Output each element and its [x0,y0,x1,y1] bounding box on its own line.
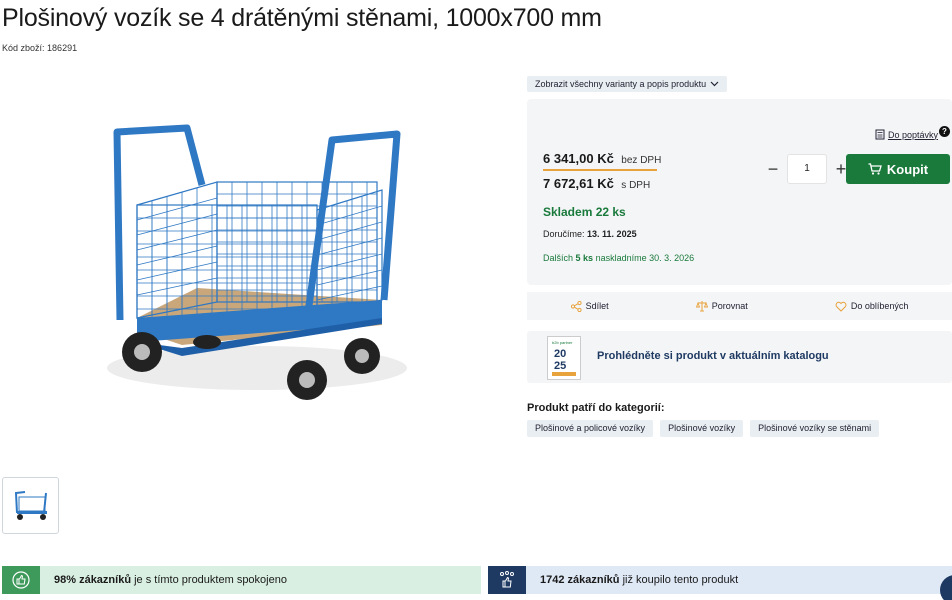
satisfaction-rest: je s tímto produktem spokojeno [134,574,287,586]
purchases-text: 1742 zákazníků již koupilo tento produkt [540,574,738,586]
chevron-down-icon [710,81,719,87]
cart-icon [868,163,882,175]
category-tags: Plošinové a policové vozíky Plošinové vo… [527,420,880,437]
restock-prefix: Dalších [543,253,574,263]
share-icon [570,300,582,312]
catalog-cover-year-top: 20 [554,348,566,360]
product-page: Plošinový vozík se 4 drátěnými stěnami, … [0,0,952,600]
category-tag[interactable]: Plošinové a policové vozíky [527,420,654,437]
purchases-bar: 1742 zákazníků již koupilo tento produkt [488,566,952,594]
catalog-banner[interactable]: b2b partner 20 25 Prohlédněte si produkt… [527,331,952,383]
product-code-value: 186291 [47,43,78,53]
customers-icon [488,566,526,594]
buy-button-label: Koupit [886,161,929,177]
purchases-count: 1742 zákazníků [540,574,620,586]
heart-icon [835,301,847,312]
satisfaction-percent: 98% zákazníků [54,574,132,586]
purchases-rest: již koupilo tento produkt [622,574,739,586]
thumbs-up-icon [2,566,40,594]
catalog-cover-brand: b2b partner [552,340,573,345]
delivery-info: Doručíme: 13. 11. 2025 [543,229,637,239]
price-incl-vat-amount: 7 672,61 Kč [543,176,614,191]
show-variants-link[interactable]: Zobrazit všechny varianty a popis produk… [527,76,728,92]
product-code-label: Kód zboží: [2,43,45,53]
price-divider [543,169,657,171]
price-excl-vat-amount: 6 341,00 Kč [543,151,614,166]
product-main-image[interactable] [92,110,412,420]
price-incl-vat-label: s DPH [621,180,651,191]
price-excl-vat: 6 341,00 Kč bez DPH [543,150,661,168]
buy-panel: Do poptávky ? 6 341,00 Kč bez DPH 7 672,… [527,99,952,285]
share-label: Sdílet [585,301,609,311]
thumbnail-cart-image [14,490,47,520]
price-incl-vat: 7 672,61 Kč s DPH [543,175,650,193]
restock-quantity: 5 ks [575,253,594,263]
category-tag[interactable]: Plošinové vozíky se stěnami [750,420,880,437]
category-tag[interactable]: Plošinové vozíky [660,420,744,437]
product-actions: Sdílet Porovnat Do oblíbených [527,292,952,320]
restock-suffix: naskladníme 30. 3. 2026 [595,253,695,263]
restock-info: Dalších 5 ks naskladníme 30. 3. 2026 [543,253,694,263]
delivery-label: Doručíme: [543,229,585,239]
compare-button[interactable]: Porovnat [695,300,748,312]
inquiry-link[interactable]: Do poptávky [875,129,938,140]
delivery-date: 13. 11. 2025 [587,229,637,239]
price-excl-vat-label: bez DPH [621,155,662,166]
quantity-stepper: − 1 + [762,154,852,184]
help-icon[interactable]: ? [939,126,950,137]
product-thumbnail[interactable] [2,477,59,534]
favorite-label: Do oblíbených [850,301,909,311]
favorite-button[interactable]: Do oblíbených [835,301,909,312]
stock-status: Skladem 22 ks [543,205,626,219]
inquiry-label: Do poptávky [887,129,938,140]
satisfaction-bar: 98% zákazníků je s tímto produktem spoko… [2,566,481,594]
product-code: Kód zboží: 186291 [2,43,77,53]
share-button[interactable]: Sdílet [570,300,609,312]
product-title: Plošinový vozík se 4 drátěnými stěnami, … [2,4,602,32]
catalog-link-text[interactable]: Prohlédněte si produkt v aktuálním katal… [597,350,829,362]
compare-label: Porovnat [711,301,748,311]
catalog-cover-image: b2b partner 20 25 [547,336,581,380]
buy-button[interactable]: Koupit [846,154,950,184]
quantity-input[interactable]: 1 [787,154,827,184]
satisfaction-text: 98% zákazníků je s tímto produktem spoko… [54,574,287,586]
show-variants-label: Zobrazit všechny varianty a popis produk… [535,79,707,89]
scales-icon [695,301,708,312]
quantity-decrease-button[interactable]: − [762,154,784,184]
catalog-cover-year-bottom: 25 [554,360,566,372]
cart-illustration [107,124,407,400]
categories-heading: Produkt patří do kategorií: [527,402,665,414]
calculator-icon [875,129,885,140]
